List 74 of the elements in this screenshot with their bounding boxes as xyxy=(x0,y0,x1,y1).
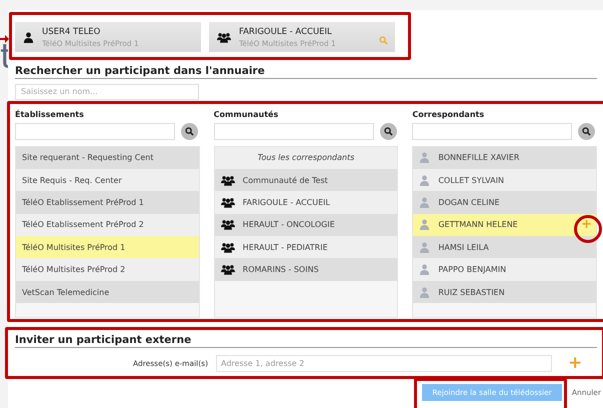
participant-name: FARIGOULE - ACCUEIL xyxy=(239,26,333,36)
item-label: HAMSI LEILA xyxy=(438,242,489,252)
group-icon xyxy=(217,32,231,42)
group-icon xyxy=(220,174,235,186)
item-label: DOGAN CELINE xyxy=(438,198,500,207)
group-icon xyxy=(220,196,235,208)
search-icon[interactable] xyxy=(384,126,393,136)
list-item[interactable]: HERAULT - ONCOLOGIE xyxy=(214,214,398,236)
person-icon xyxy=(419,152,430,164)
list-item[interactable]: COLLET SYLVAIN xyxy=(413,168,596,192)
column-title: Établissements xyxy=(15,110,85,118)
group-icon xyxy=(220,219,235,230)
section-title: Rechercher un participant dans l'annuaire xyxy=(15,65,597,79)
column-title: Correspondants xyxy=(412,110,486,118)
item-label: RUIZ SEBASTIEN xyxy=(438,288,505,297)
item-label: Tous les correspondants xyxy=(258,153,354,162)
list-item[interactable]: TéléO Etablissement PréProd 2 xyxy=(16,214,199,236)
filter-field[interactable] xyxy=(15,122,175,140)
highlight-circle xyxy=(574,215,602,243)
search-icon[interactable] xyxy=(582,126,592,136)
person-icon xyxy=(419,174,430,186)
item-label: ROMARINS - SOINS xyxy=(242,265,319,274)
list-item[interactable]: Site requerant - Requesting Cent xyxy=(16,146,199,169)
person-icon xyxy=(419,242,430,253)
item-label: HERAULT - PEDIATRIE xyxy=(242,242,328,252)
item-label: Site requerant - Requesting Cent xyxy=(22,153,154,162)
item-label: TéléO Multisites PréProd 2 xyxy=(22,265,126,274)
list-item[interactable]: Site Requis - Req. Center xyxy=(16,168,199,192)
participant-name: USER4 TELEO xyxy=(42,26,102,36)
search-icon[interactable] xyxy=(185,126,194,136)
pointer-arrow xyxy=(0,35,9,43)
search-field[interactable]: Saisissez un nom... xyxy=(15,84,199,100)
person-icon xyxy=(419,196,430,208)
section-title: Inviter un participant externe xyxy=(15,334,597,348)
item-label: TéléO Etablissement PréProd 1 xyxy=(22,198,144,207)
list-item[interactable]: ROMARINS - SOINS xyxy=(214,258,398,281)
list-item[interactable]: TéléO Multisites PréProd 2 xyxy=(16,258,199,281)
email-field[interactable]: Adresse 1, adresse 2 xyxy=(216,354,552,372)
search-button[interactable] xyxy=(578,122,596,140)
group-icon xyxy=(220,264,235,276)
item-label: VetScan Telemedicine xyxy=(22,288,110,297)
list-item[interactable]: GETTMANN HELENE + xyxy=(413,214,596,236)
list-item[interactable]: TéléO Etablissement PréProd 1 xyxy=(16,191,199,214)
list-item[interactable]: FARIGOULE - ACCUEIL xyxy=(214,191,398,214)
item-label: BONNEFILLE XAVIER xyxy=(438,153,520,162)
person-icon xyxy=(419,219,430,230)
item-label: Communauté de Test xyxy=(242,176,328,185)
item-label: HERAULT - ONCOLOGIE xyxy=(242,220,335,230)
person-icon xyxy=(23,32,34,42)
list-item[interactable]: Tous les correspondants xyxy=(214,146,398,169)
search-button[interactable] xyxy=(380,122,397,140)
list-item[interactable]: HERAULT - PEDIATRIE xyxy=(214,236,398,258)
group-icon xyxy=(220,242,235,253)
filter-field[interactable] xyxy=(214,122,374,140)
list-item[interactable]: DOGAN CELINE xyxy=(413,191,596,214)
person-icon xyxy=(419,286,430,298)
list-item[interactable]: TéléO Multisites PréProd 1 xyxy=(16,236,199,258)
item-label: TéléO Multisites PréProd 1 xyxy=(22,242,126,252)
list-item[interactable]: RUIZ SEBASTIEN xyxy=(413,280,596,304)
search-button[interactable] xyxy=(181,122,198,140)
list-item[interactable]: HAMSI LEILA xyxy=(413,236,596,258)
person-icon xyxy=(419,264,430,276)
list-item[interactable]: VetScan Telemedicine xyxy=(16,280,199,304)
item-label: GETTMANN HELENE xyxy=(438,220,518,230)
item-label: COLLET SYLVAIN xyxy=(438,176,504,185)
list-item[interactable]: Communauté de Test xyxy=(214,168,398,192)
item-label: FARIGOULE - ACCUEIL xyxy=(242,198,330,207)
list-item[interactable]: PAPPO BENJAMIN xyxy=(413,258,596,281)
filter-field[interactable] xyxy=(412,122,572,140)
list-item[interactable]: BONNEFILLE XAVIER xyxy=(413,146,596,169)
column-title: Communautés xyxy=(214,110,280,118)
item-label: PAPPO BENJAMIN xyxy=(438,265,506,274)
item-label: Site Requis - Req. Center xyxy=(22,176,122,185)
item-label: TéléO Etablissement PréProd 2 xyxy=(22,220,144,230)
